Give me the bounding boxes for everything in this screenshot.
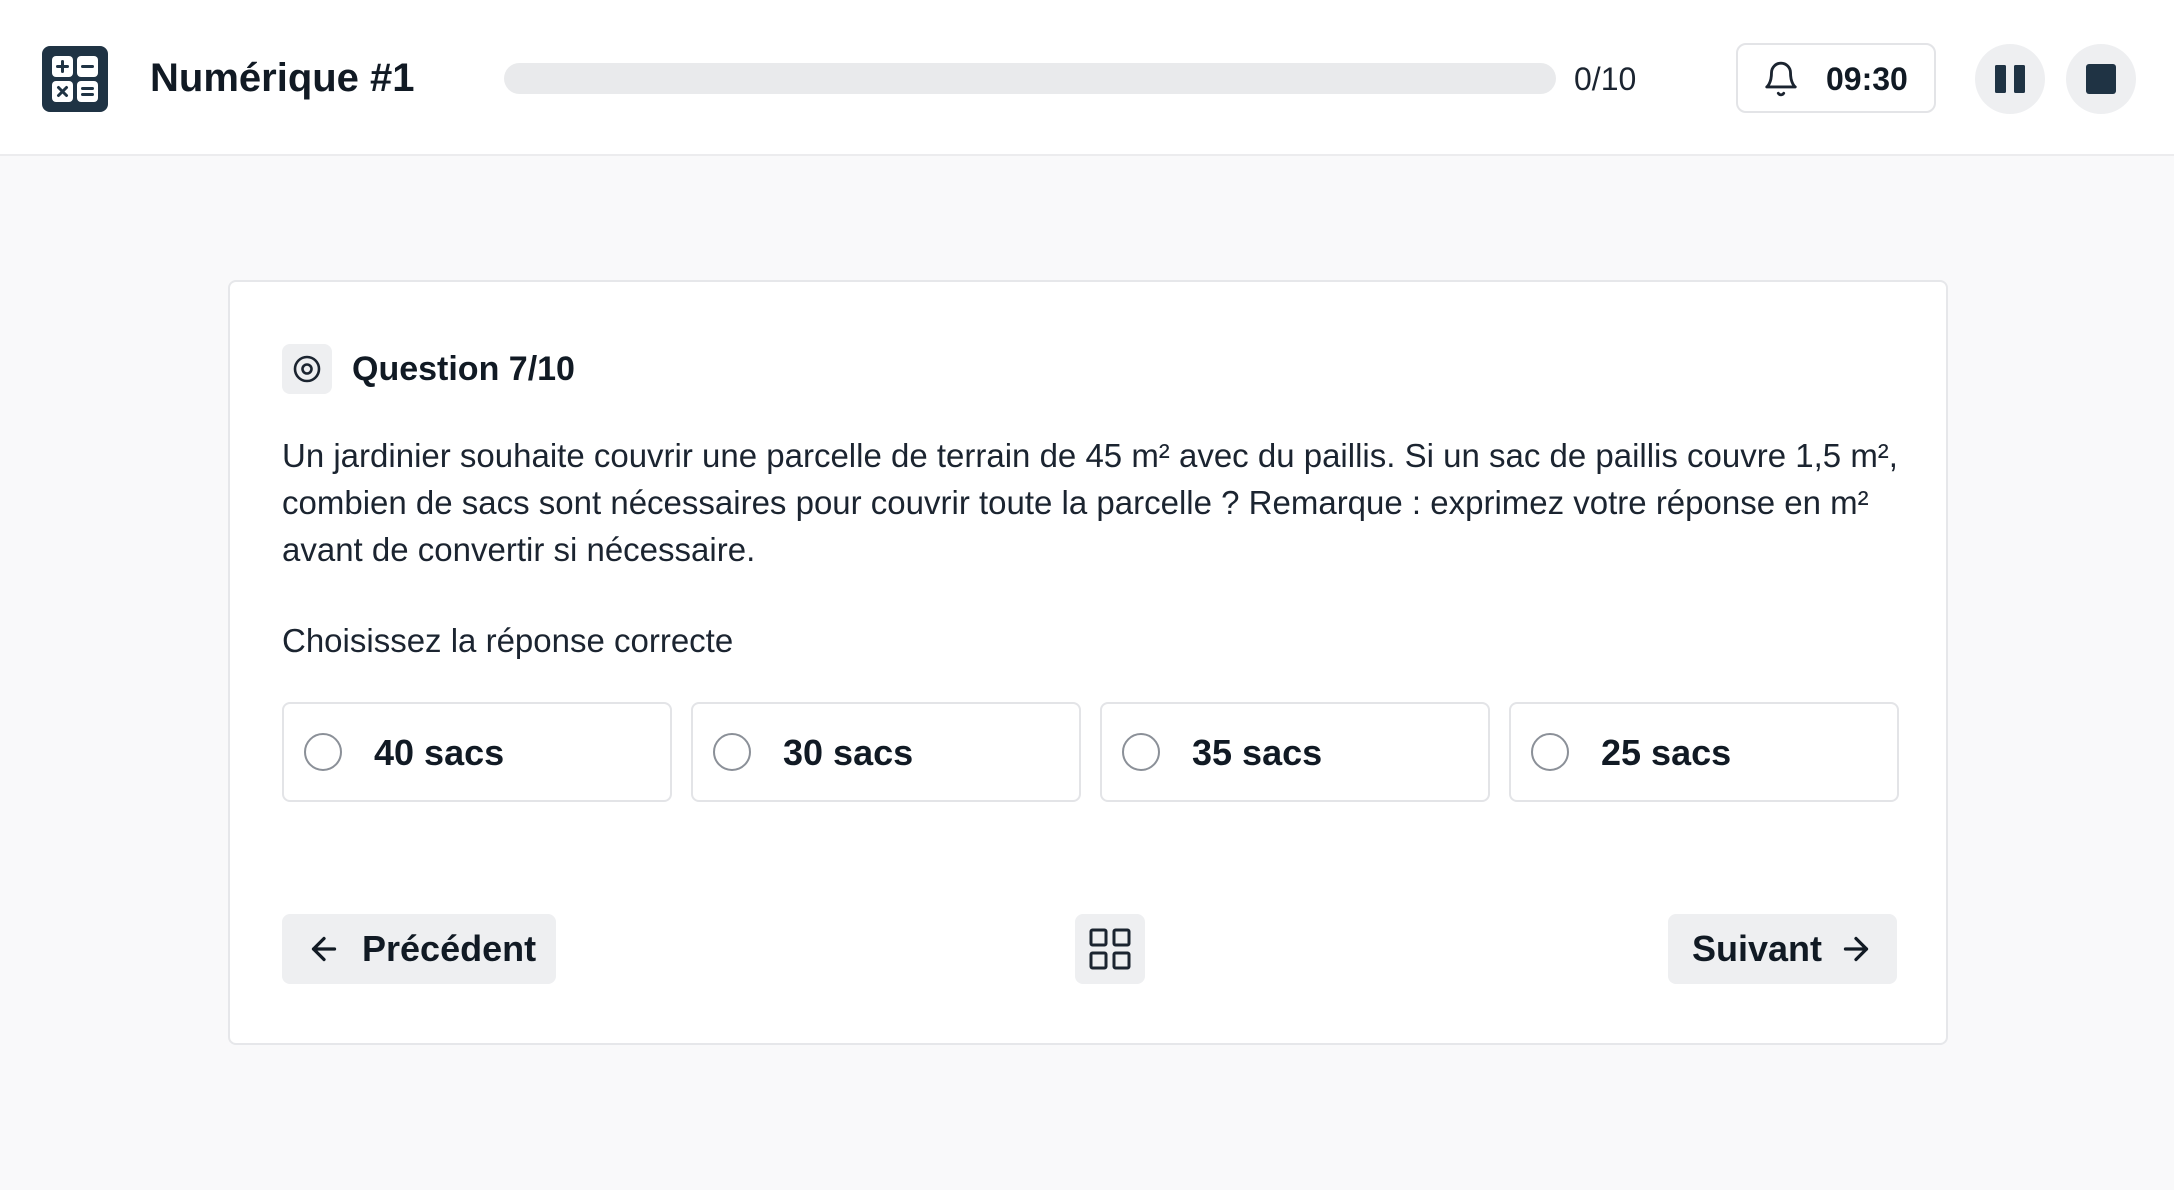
question-text: Un jardinier souhaite couvrir une parcel… [282,437,1898,568]
grid-icon [1089,928,1131,970]
timer: 09:30 [1736,43,1936,113]
question-overview-button[interactable] [1075,914,1145,984]
arrow-left-icon [311,936,337,962]
bell-icon [1765,61,1797,97]
radio-button[interactable] [1531,733,1569,771]
radio-button[interactable] [1122,733,1160,771]
next-button-label: Suivant [1692,928,1823,969]
answer-option-label: 25 sacs [1601,732,1732,773]
calculator-icon [42,46,108,112]
answer-option[interactable]: 30 sacs [691,702,1081,802]
pause-icon [1995,65,2025,93]
quiz-title: Numérique #1 [150,56,415,100]
answer-option[interactable]: 25 sacs [1509,702,1899,802]
previous-button[interactable]: Précédent [282,914,556,984]
answer-option-label: 35 sacs [1192,732,1323,773]
arrow-right-icon [1843,936,1869,962]
stop-button[interactable] [2066,44,2136,114]
progress-bar [504,63,1556,94]
answer-option-label: 30 sacs [783,732,914,773]
radio-button[interactable] [304,733,342,771]
question-number: Question 7/10 [352,350,575,388]
previous-button-label: Précédent [362,928,537,969]
answer-options: 40 sacs 30 sacs 35 sacs 25 sacs [282,702,1902,802]
top-bar: Numérique #1 0/10 09:30 [0,0,2174,156]
question-card: Question 7/10 Un jardinier souhaite couv… [228,280,1948,1045]
progress-count: 0/10 [1574,61,1637,97]
target-icon [282,344,332,394]
answer-option-label: 40 sacs [374,732,505,773]
stop-icon [2086,64,2116,94]
pause-button[interactable] [1975,44,2045,114]
answer-option[interactable]: 35 sacs [1100,702,1490,802]
radio-button[interactable] [713,733,751,771]
next-button[interactable]: Suivant [1668,914,1897,984]
timer-value: 09:30 [1826,61,1908,97]
answer-option[interactable]: 40 sacs [282,702,672,802]
answer-instruction: Choisissez la réponse correcte [282,622,734,659]
